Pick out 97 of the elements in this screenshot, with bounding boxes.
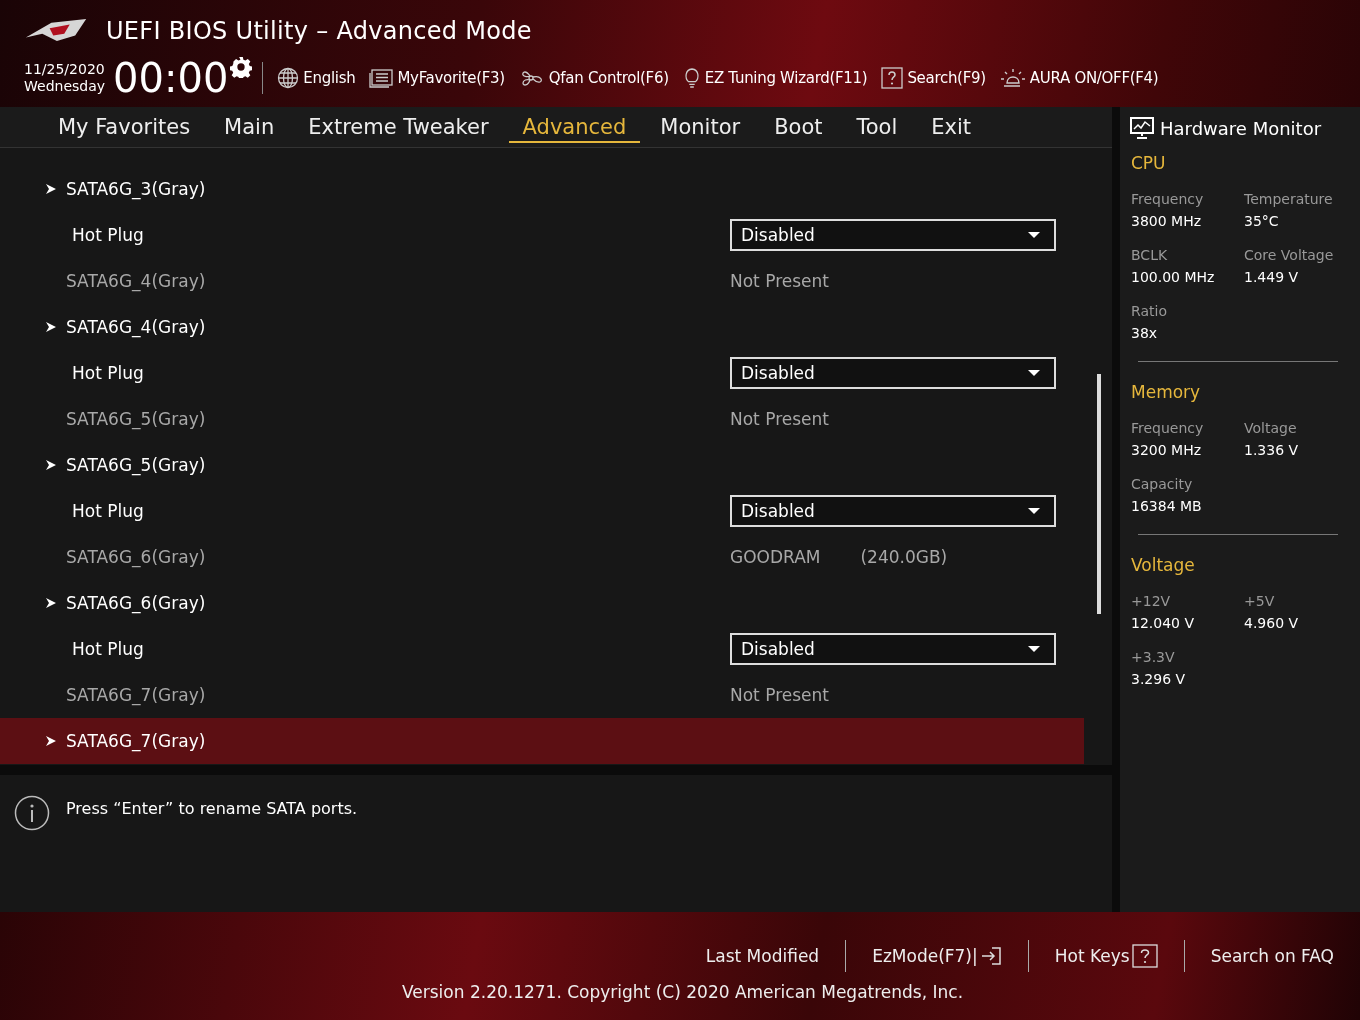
port-status: GOODRAM — [730, 547, 821, 568]
toolbar-button[interactable]: MyFavorite(F3) — [369, 68, 505, 88]
reading-label: Core Voltage — [1244, 247, 1335, 264]
reading-value: 4.960 V — [1244, 615, 1300, 632]
menu-tab[interactable]: Monitor — [646, 111, 755, 144]
setting-label: Hot Plug — [71, 639, 145, 660]
submenu-item[interactable]: SATA6G_5(Gray) — [0, 442, 1084, 489]
submenu-item[interactable]: SATA6G_3(Gray) — [0, 166, 1084, 213]
caret-icon — [1028, 232, 1040, 239]
port-label: SATA6G_5(Gray) — [66, 409, 207, 430]
setting-label: Hot Plug — [71, 363, 145, 384]
caret-icon — [1028, 646, 1040, 653]
submenu-label: SATA6G_7(Gray) — [66, 731, 206, 752]
section-heading: Memory — [1131, 382, 1202, 403]
reading-label: +12V — [1131, 593, 1172, 610]
help-icon — [1131, 944, 1158, 969]
panel-title: Hardware Monitor — [1160, 117, 1322, 139]
port-status: Not Present — [730, 271, 829, 292]
menu-tab[interactable]: Extreme Tweaker — [294, 111, 503, 144]
toolbar-button[interactable]: Qfan Control(F6) — [518, 67, 669, 89]
reading-value: 1.336 V — [1244, 442, 1300, 459]
lightbulb-icon — [682, 67, 701, 89]
list-icon — [369, 68, 394, 88]
menu-tab[interactable]: Main — [210, 111, 289, 144]
footer-link[interactable]: Search on FAQ — [1196, 946, 1348, 967]
scrollbar[interactable] — [1097, 374, 1101, 615]
footer-link[interactable]: Hot Keys — [1040, 944, 1172, 969]
port-status: (240.0GB) — [860, 547, 948, 568]
menu-tab[interactable]: Exit — [917, 111, 986, 144]
reading-label: BCLK — [1131, 247, 1169, 264]
reading-label: Voltage — [1244, 420, 1298, 437]
reading-label: +3.3V — [1131, 649, 1176, 666]
arrow-icon — [46, 598, 56, 609]
menu-tab[interactable]: Advanced — [508, 111, 641, 144]
reading-value: 16384 MB — [1131, 498, 1203, 515]
reading-value: 38x — [1131, 325, 1159, 342]
footer-link[interactable]: EzMode(F7)| — [858, 946, 1016, 967]
dropdown-field[interactable]: Disabled — [730, 219, 1056, 252]
info-icon — [14, 795, 50, 832]
toolbar-button[interactable]: English — [277, 67, 356, 89]
dropdown-field[interactable]: Disabled — [730, 633, 1056, 666]
day-text: Wednesday — [24, 78, 106, 95]
setting-label: Hot Plug — [71, 501, 145, 522]
menu-tab[interactable]: Boot — [760, 111, 837, 144]
light-icon — [999, 67, 1026, 89]
help-icon — [881, 67, 904, 89]
reading-label: Frequency — [1131, 420, 1205, 437]
arrow-icon — [46, 460, 56, 471]
globe-icon — [277, 67, 300, 89]
reading-value: 100.00 MHz — [1131, 269, 1216, 286]
window-title: UEFI BIOS Utility – Advanced Mode — [106, 17, 532, 45]
setting-label: Hot Plug — [71, 225, 145, 246]
exit-icon — [979, 946, 1002, 967]
submenu-label: SATA6G_4(Gray) — [66, 317, 206, 338]
port-label: SATA6G_6(Gray) — [66, 547, 207, 568]
submenu-label: SATA6G_6(Gray) — [66, 593, 206, 614]
settings-icon[interactable] — [230, 56, 253, 78]
reading-value: 35°C — [1244, 213, 1280, 230]
reading-label: Frequency — [1131, 191, 1205, 208]
caret-icon — [1028, 370, 1040, 377]
reading-value: 1.449 V — [1244, 269, 1300, 286]
submenu-item[interactable]: SATA6G_7(Gray) — [0, 718, 1084, 765]
port-label: SATA6G_7(Gray) — [66, 685, 207, 706]
submenu-item[interactable]: SATA6G_6(Gray) — [0, 580, 1084, 627]
toolbar-button[interactable]: Search(F9) — [881, 67, 986, 89]
section-heading: CPU — [1131, 153, 1167, 174]
help-text: Press “Enter” to rename SATA ports. — [66, 799, 358, 819]
reading-label: Capacity — [1131, 476, 1194, 493]
section-heading: Voltage — [1131, 555, 1196, 576]
reading-label: +5V — [1244, 593, 1276, 610]
reading-value: 3200 MHz — [1131, 442, 1203, 459]
arrow-icon — [46, 736, 56, 747]
footer-link[interactable]: Last Modified — [691, 946, 834, 967]
version-text: Version 2.20.1271. Copyright (C) 2020 American Megatrends, Inc. — [402, 982, 964, 1003]
reading-label: Ratio — [1131, 303, 1168, 320]
dropdown-field[interactable]: Disabled — [730, 495, 1056, 528]
reading-value: 3800 MHz — [1131, 213, 1203, 230]
arrow-icon — [46, 184, 56, 195]
submenu-label: SATA6G_5(Gray) — [66, 455, 206, 476]
toolbar-button[interactable]: AURA ON/OFF(F4) — [999, 67, 1159, 89]
clock-time: 00:00 — [113, 56, 229, 100]
submenu-label: SATA6G_3(Gray) — [66, 179, 206, 200]
submenu-item[interactable]: SATA6G_4(Gray) — [0, 304, 1084, 351]
menu-tab[interactable]: Tool — [842, 111, 912, 144]
caret-icon — [1028, 508, 1040, 515]
dropdown-field[interactable]: Disabled — [730, 357, 1056, 390]
reading-value: 12.040 V — [1131, 615, 1195, 632]
menu-tab[interactable]: My Favorites — [44, 111, 205, 144]
reading-label: Temperature — [1244, 191, 1334, 208]
arrow-icon — [46, 322, 56, 333]
reading-value: 3.296 V — [1131, 671, 1187, 688]
port-label: SATA6G_4(Gray) — [66, 271, 207, 292]
port-status: Not Present — [730, 685, 829, 706]
monitor-icon — [1130, 117, 1154, 140]
date-text: 11/25/2020 — [24, 61, 106, 78]
port-status: Not Present — [730, 409, 829, 430]
toolbar-button[interactable]: EZ Tuning Wizard(F11) — [682, 67, 868, 89]
